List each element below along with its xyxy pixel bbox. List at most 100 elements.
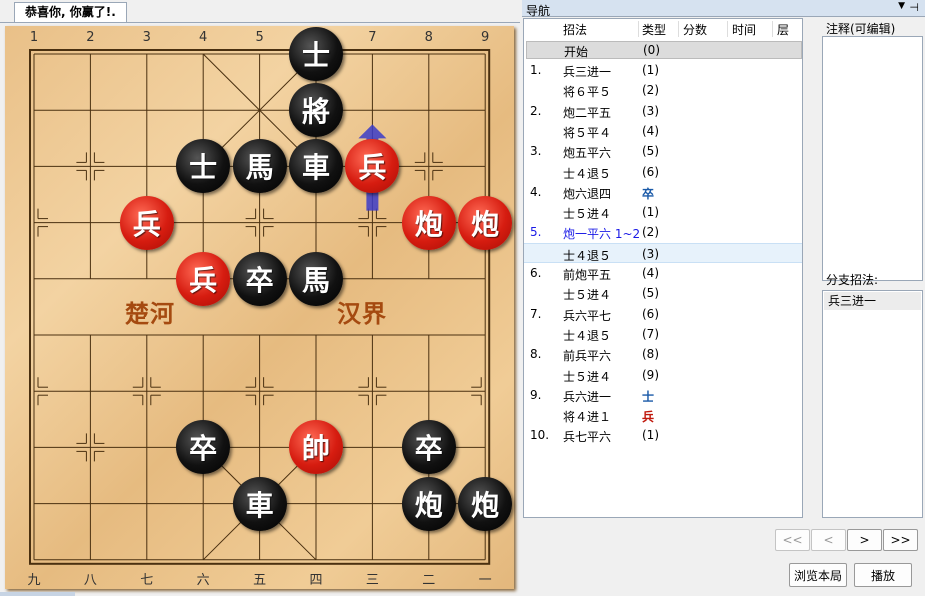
move-notation: 兵六平七 xyxy=(563,308,612,323)
piece-label: 卒 xyxy=(245,263,274,297)
first-move-button[interactable]: << xyxy=(775,529,810,551)
branch-label: 分支招法: xyxy=(826,273,879,287)
column-header-depth[interactable]: 层 xyxy=(777,21,789,38)
tab-game-result[interactable]: 恭喜你, 你赢了!. xyxy=(14,2,127,22)
file-label-bottom: 五 xyxy=(253,573,267,588)
move-row[interactable]: 3. 炮五平六 (5) xyxy=(524,141,802,161)
prev-move-button[interactable]: < xyxy=(811,529,846,551)
red-piece[interactable]: 帥 xyxy=(289,420,343,475)
tab-strip: 恭喜你, 你赢了!. xyxy=(0,0,520,22)
move-notation: 士４退５ xyxy=(563,248,612,263)
piece-label: 士 xyxy=(301,39,330,72)
file-label-bottom: 七 xyxy=(140,573,154,588)
piece-label: 士 xyxy=(189,151,218,185)
branch-list[interactable]: 兵三进一 xyxy=(822,290,923,518)
file-label-bottom: 六 xyxy=(196,573,210,588)
move-row[interactable]: 将５平４ (4) xyxy=(524,121,802,141)
file-label-bottom: 九 xyxy=(27,573,41,588)
piece-label: 兵 xyxy=(132,207,161,241)
move-row[interactable]: 4. 炮六退四 卒 xyxy=(524,182,802,202)
last-move-button[interactable]: >> xyxy=(883,529,918,551)
piece-label: 車 xyxy=(301,151,330,185)
move-row[interactable]: 士５进４ (5) xyxy=(524,283,802,303)
file-label-top: 8 xyxy=(424,30,433,45)
column-header-move[interactable]: 招法 xyxy=(563,21,587,38)
black-piece[interactable]: 馬 xyxy=(232,139,287,194)
black-piece[interactable]: 車 xyxy=(289,139,343,194)
move-type: 卒 xyxy=(642,186,655,201)
move-number: 1. xyxy=(530,63,542,77)
move-number: 4. xyxy=(530,184,542,199)
piece-label: 兵 xyxy=(189,263,218,297)
move-row[interactable]: 6. 前炮平五 (4) xyxy=(524,263,802,283)
move-type: (5) xyxy=(642,286,659,301)
move-type: (5) xyxy=(642,144,659,159)
browse-game-button[interactable]: 浏览本局 xyxy=(789,563,847,587)
move-notation: 士５进４ xyxy=(563,207,612,222)
black-piece[interactable]: 士 xyxy=(289,27,343,81)
dropdown-icon[interactable]: ▼ xyxy=(898,1,905,11)
move-notation: 前炮平五 xyxy=(563,268,612,282)
start-type: (0) xyxy=(643,43,660,57)
branch-item[interactable]: 兵三进一 xyxy=(824,292,921,310)
move-type: (2) xyxy=(642,225,659,240)
file-label-bottom: 四 xyxy=(309,573,323,588)
move-row[interactable]: 10. 兵七平六 (1) xyxy=(524,425,802,445)
move-list[interactable]: 招法 类型 分数 时间 层 开始 (0) 1. 兵三进一 (1) 将６平５ (2) 2. 炮… xyxy=(523,18,803,518)
column-header-type[interactable]: 类型 xyxy=(642,21,666,38)
column-header-score[interactable]: 分数 xyxy=(683,21,707,38)
river-label-right: 汉界 xyxy=(337,300,387,328)
move-row[interactable]: 将４进１ 兵 xyxy=(524,405,802,425)
black-piece[interactable]: 車 xyxy=(232,476,287,531)
column-separator xyxy=(678,21,679,37)
move-row[interactable]: 8. 前兵平六 (8) xyxy=(524,344,802,364)
black-piece[interactable]: 炮 xyxy=(401,476,456,531)
move-row[interactable]: 士４退５ (6) xyxy=(524,162,802,182)
move-row[interactable]: 士５进４ (9) xyxy=(524,365,802,385)
nav-title: 导航 xyxy=(526,4,551,18)
move-type: (1) xyxy=(642,428,659,443)
move-number: 9. xyxy=(530,387,542,402)
file-label-bottom: 一 xyxy=(478,573,492,588)
move-row[interactable]: 5. 炮一平六 1~2 (2) xyxy=(524,222,802,242)
column-header-time[interactable]: 时间 xyxy=(732,21,756,38)
move-row[interactable]: 7. 兵六平七 (6) xyxy=(524,304,802,324)
move-row[interactable]: 士４退５ (3) xyxy=(524,242,802,263)
move-number: 6. xyxy=(530,266,542,280)
column-separator xyxy=(772,21,773,37)
move-row[interactable]: 2. 炮二平五 (3) xyxy=(524,101,802,121)
move-row[interactable]: 士４退５ (7) xyxy=(524,324,802,344)
black-piece[interactable]: 馬 xyxy=(289,251,343,306)
move-number: 7. xyxy=(530,306,542,321)
next-move-button[interactable]: > xyxy=(847,529,882,551)
red-piece[interactable]: 炮 xyxy=(458,195,513,250)
right-column: 注释(可编辑) 分支招法: 兵三进一 xyxy=(822,18,925,518)
black-piece[interactable]: 將 xyxy=(289,83,343,138)
notes-textarea[interactable] xyxy=(822,36,923,281)
piece-label: 炮 xyxy=(414,207,443,241)
file-label-top: 1 xyxy=(29,30,39,45)
black-piece[interactable]: 卒 xyxy=(401,420,456,475)
move-row-start[interactable]: 开始 (0) xyxy=(526,41,802,59)
move-row[interactable]: 士５进４ (1) xyxy=(524,202,802,222)
red-piece[interactable]: 炮 xyxy=(401,195,456,250)
pin-icon[interactable]: ⊣ xyxy=(909,1,919,14)
move-row[interactable]: 1. 兵三进一 (1) xyxy=(524,60,802,80)
piece-label: 帥 xyxy=(301,432,330,466)
red-piece[interactable]: 兵 xyxy=(119,195,174,250)
xiangqi-board[interactable]: 楚河 汉界 123456789九八七六五四三二一士將士馬車兵兵炮炮兵卒馬卒帥卒車… xyxy=(5,26,514,589)
black-piece[interactable]: 卒 xyxy=(232,251,287,306)
file-label-bottom: 二 xyxy=(422,573,436,588)
status-strip xyxy=(0,592,75,596)
move-notation: 将５平４ xyxy=(563,125,612,140)
move-type: 士 xyxy=(642,389,655,404)
move-row[interactable]: 9. 兵六进一 士 xyxy=(524,385,802,405)
column-separator xyxy=(727,21,728,37)
move-notation: 炮五平六 xyxy=(563,146,612,161)
column-separator xyxy=(638,21,639,37)
black-piece[interactable]: 炮 xyxy=(458,476,513,531)
move-type: (7) xyxy=(642,326,659,341)
play-button[interactable]: 播放 xyxy=(854,563,912,587)
red-piece[interactable]: 兵 xyxy=(176,251,231,306)
move-row[interactable]: 将６平５ (2) xyxy=(524,80,802,100)
